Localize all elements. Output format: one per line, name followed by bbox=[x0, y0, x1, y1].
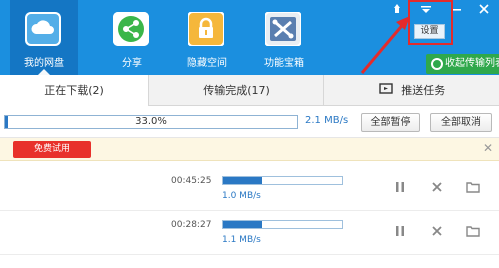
close-icon[interactable] bbox=[476, 3, 492, 15]
task-row: 00:45:25 1.0 MB/s bbox=[0, 167, 499, 211]
overall-progress-row: 33.0% 2.1 MB/s 全部暂停 全部取消 bbox=[0, 106, 499, 138]
tab-push-tasks[interactable]: 推送任务 bbox=[325, 75, 499, 106]
tab-label: 推送任务 bbox=[401, 84, 446, 97]
overall-progress-text: 33.0% bbox=[135, 116, 167, 127]
nav-share[interactable]: 分享 bbox=[98, 0, 166, 75]
cancel-icon[interactable] bbox=[430, 224, 444, 238]
pause-icon[interactable] bbox=[393, 180, 407, 194]
collapse-icon bbox=[431, 58, 443, 70]
lock-icon bbox=[187, 11, 225, 47]
tab-label: 正在下载(2) bbox=[44, 84, 104, 97]
open-folder-icon[interactable] bbox=[466, 180, 480, 194]
pause-all-button[interactable]: 全部暂停 bbox=[361, 113, 420, 132]
tab-completed[interactable]: 传输完成(17) bbox=[150, 75, 324, 106]
skin-icon[interactable] bbox=[389, 3, 405, 15]
collapse-transfer-list-button[interactable]: 收起传输列表 bbox=[426, 54, 499, 74]
pause-icon[interactable] bbox=[393, 224, 407, 238]
cancel-icon[interactable] bbox=[430, 180, 444, 194]
nav-my-drive[interactable]: 我的网盘 bbox=[10, 0, 78, 75]
nav-label: 功能宝箱 bbox=[264, 58, 304, 69]
push-task-icon bbox=[379, 76, 393, 107]
open-folder-icon[interactable] bbox=[466, 224, 480, 238]
notice-close-icon[interactable]: ✕ bbox=[483, 141, 493, 155]
tab-downloading[interactable]: 正在下载(2) bbox=[0, 75, 149, 107]
task-progress-fill bbox=[223, 221, 262, 228]
toolbar-header: 我的网盘 分享 隐藏空间 功能宝箱 设置 收起传输列表 bbox=[0, 0, 499, 75]
share-icon bbox=[113, 12, 149, 46]
transfer-tabs: 正在下载(2) 传输完成(17) 推送任务 bbox=[0, 75, 499, 107]
settings-menu-item[interactable]: 设置 bbox=[414, 24, 445, 39]
cancel-all-button[interactable]: 全部取消 bbox=[430, 113, 492, 132]
collapse-label: 收起传输列表 bbox=[445, 58, 499, 69]
task-progress-bar bbox=[222, 176, 343, 185]
nav-label: 我的网盘 bbox=[24, 58, 64, 69]
remaining-time: 00:28:27 bbox=[171, 220, 212, 230]
free-trial-button[interactable]: 免费试用 bbox=[13, 141, 91, 158]
remaining-time: 00:45:25 bbox=[171, 176, 212, 186]
toolbox-icon bbox=[264, 11, 302, 47]
overall-progress-bar: 33.0% bbox=[4, 115, 298, 129]
task-progress-bar bbox=[222, 220, 343, 229]
nav-label: 隐藏空间 bbox=[187, 58, 227, 69]
cloud-drive-icon bbox=[25, 12, 61, 46]
nav-toolbox[interactable]: 功能宝箱 bbox=[250, 0, 318, 75]
task-row: 00:28:27 1.1 MB/s bbox=[0, 211, 499, 255]
overall-speed: 2.1 MB/s bbox=[305, 115, 349, 126]
nav-hidden-space[interactable]: 隐藏空间 bbox=[173, 0, 241, 75]
trial-notice-bar: 免费试用 ✕ bbox=[0, 138, 499, 161]
task-speed: 1.1 MB/s bbox=[222, 235, 261, 245]
task-progress-fill bbox=[223, 177, 262, 184]
task-speed: 1.0 MB/s bbox=[222, 191, 261, 201]
nav-label: 分享 bbox=[122, 58, 142, 69]
tab-label: 传输完成(17) bbox=[203, 84, 270, 97]
